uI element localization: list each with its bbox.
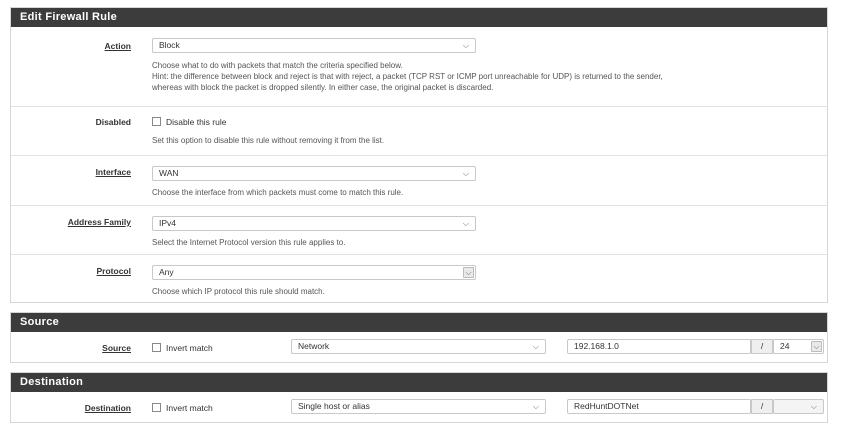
destination-invert-checkbox[interactable]: Invert match — [152, 403, 213, 413]
source-invert-label: Invert match — [166, 343, 213, 353]
destination-mask-select[interactable]: ⌵ — [773, 399, 824, 414]
checkbox-box[interactable] — [152, 117, 161, 126]
protocol-label[interactable]: Protocol — [97, 266, 131, 276]
chevron-down-icon: ⌵ — [532, 342, 539, 351]
source-address-input[interactable]: 192.168.1.0 — [567, 339, 751, 354]
destination-label[interactable]: Destination — [85, 403, 131, 413]
action-help: Choose what to do with packets that matc… — [152, 60, 663, 93]
chevron-down-icon: ⌵ — [462, 41, 469, 50]
destination-title: Destination — [11, 373, 827, 392]
protocol-select[interactable]: Any ⌵ — [152, 265, 476, 280]
address-family-label[interactable]: Address Family — [68, 217, 131, 227]
action-row: Action Block ⌵ Choose what to do with pa… — [11, 27, 827, 107]
disabled-row: Disabled Disable this rule Set this opti… — [11, 107, 827, 156]
address-family-help: Select the Internet Protocol version thi… — [152, 238, 346, 247]
chevron-down-icon: ⌵ — [532, 402, 539, 411]
destination-type-value: Single host or alias — [298, 401, 370, 411]
address-family-select-value: IPv4 — [159, 218, 177, 228]
disabled-help: Set this option to disable this rule wit… — [152, 136, 385, 145]
address-family-select[interactable]: IPv4 ⌵ — [152, 216, 476, 231]
disable-rule-checkbox-label: Disable this rule — [166, 117, 227, 127]
protocol-select-value: Any — [159, 267, 174, 277]
protocol-row: Protocol Any ⌵ Choose which IP protocol … — [11, 255, 827, 303]
source-type-select[interactable]: Network ⌵ — [291, 339, 546, 354]
source-type-value: Network — [298, 341, 330, 351]
disable-rule-checkbox[interactable]: Disable this rule — [152, 117, 226, 127]
interface-select[interactable]: WAN ⌵ — [152, 166, 476, 181]
action-select-value: Block — [159, 40, 180, 50]
source-invert-checkbox[interactable]: Invert match — [152, 343, 213, 353]
disabled-label: Disabled — [95, 117, 131, 127]
interface-row: Interface WAN ⌵ Choose the interface fro… — [11, 156, 827, 206]
source-row: Source Invert match Network ⌵ 192.168.1.… — [11, 332, 827, 362]
destination-address-input[interactable]: RedHuntDOTNet — [567, 399, 751, 414]
source-panel: Source Source Invert match Network ⌵ 192… — [10, 312, 828, 363]
destination-slash: / — [751, 399, 773, 414]
action-help-line: Hint: the difference between block and r… — [152, 72, 663, 81]
interface-select-value: WAN — [159, 168, 179, 178]
chevron-down-icon: ⌵ — [463, 267, 474, 278]
source-mask-select[interactable]: 24 ⌵ — [773, 339, 824, 354]
address-family-row: Address Family IPv4 ⌵ Select the Interne… — [11, 206, 827, 255]
chevron-down-icon: ⌵ — [810, 402, 817, 411]
interface-label[interactable]: Interface — [96, 167, 131, 177]
action-select[interactable]: Block ⌵ — [152, 38, 476, 53]
interface-help: Choose the interface from which packets … — [152, 188, 404, 197]
destination-type-select[interactable]: Single host or alias ⌵ — [291, 399, 546, 414]
source-label[interactable]: Source — [102, 343, 131, 353]
destination-panel: Destination Destination Invert match Sin… — [10, 372, 828, 423]
action-help-line: whereas with block the packet is dropped… — [152, 83, 494, 92]
chevron-down-icon: ⌵ — [462, 169, 469, 178]
chevron-down-icon: ⌵ — [462, 219, 469, 228]
checkbox-box[interactable] — [152, 343, 161, 352]
destination-row: Destination Invert match Single host or … — [11, 392, 827, 422]
edit-firewall-rule-panel: Edit Firewall Rule Action Block ⌵ Choose… — [10, 7, 828, 303]
checkbox-box[interactable] — [152, 403, 161, 412]
source-mask-value: 24 — [780, 341, 790, 351]
source-slash: / — [751, 339, 773, 354]
protocol-help: Choose which IP protocol this rule shoul… — [152, 287, 325, 296]
source-title: Source — [11, 313, 827, 332]
action-label[interactable]: Action — [105, 41, 131, 51]
action-help-line: Choose what to do with packets that matc… — [152, 61, 403, 70]
panel-title: Edit Firewall Rule — [11, 8, 827, 27]
destination-invert-label: Invert match — [166, 403, 213, 413]
chevron-down-icon: ⌵ — [811, 341, 822, 352]
